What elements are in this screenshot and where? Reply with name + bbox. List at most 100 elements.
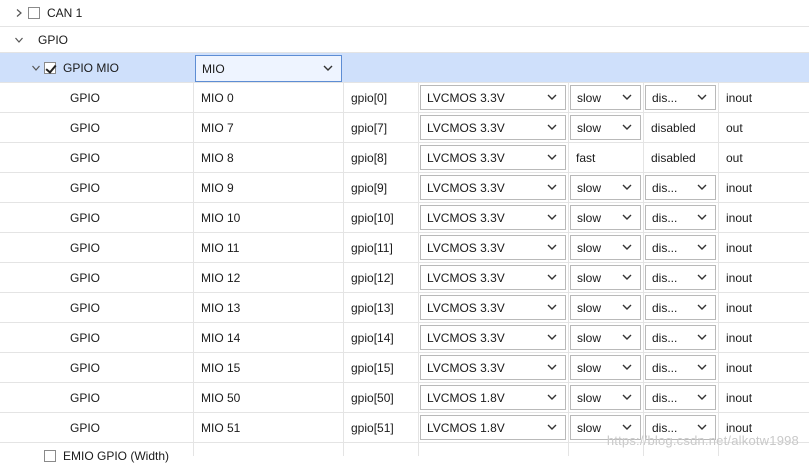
direction-cell: inout: [726, 210, 753, 225]
io-type-value: LVCMOS 3.3V: [427, 330, 505, 345]
io-type-select[interactable]: LVCMOS 3.3V: [420, 235, 566, 260]
signal-cell: gpio[7]: [351, 120, 388, 135]
chevron-down-icon: [697, 214, 707, 220]
pullup-select[interactable]: dis...: [645, 175, 716, 200]
direction-cell: inout: [726, 270, 753, 285]
chevron-down-icon: [547, 274, 557, 280]
emio-checkbox[interactable]: [44, 450, 56, 462]
speed-select[interactable]: slow: [570, 355, 641, 380]
speed-value: slow: [577, 240, 602, 255]
io-type-select[interactable]: LVCMOS 3.3V: [420, 295, 566, 320]
speed-select[interactable]: slow: [570, 175, 641, 200]
tree-row-gpio-mio[interactable]: GPIO MIO MIO: [0, 53, 809, 83]
mio-pin-cell: MIO 51: [201, 420, 241, 435]
speed-select[interactable]: slow: [570, 325, 641, 350]
direction-cell: out: [726, 150, 743, 165]
gpio-mio-label: GPIO MIO: [63, 60, 120, 75]
pullup-select[interactable]: dis...: [645, 265, 716, 290]
pullup-value: dis...: [652, 180, 678, 195]
table-row: GPIO MIO 12 gpio[12] LVCMOS 3.3V slow dis... i…: [0, 263, 809, 293]
chevron-down-icon: [547, 184, 557, 190]
chevron-down-icon: [697, 334, 707, 340]
io-type-value: LVCMOS 3.3V: [427, 240, 505, 255]
pullup-value: dis...: [652, 330, 678, 345]
io-type-select[interactable]: LVCMOS 3.3V: [420, 85, 566, 110]
mio-pin-cell: MIO 0: [201, 90, 234, 105]
signal-cell: gpio[50]: [351, 390, 394, 405]
table-row: GPIO MIO 8 gpio[8] LVCMOS 3.3V fast disabled o…: [0, 143, 809, 173]
gpio-mio-select[interactable]: MIO: [195, 55, 342, 82]
can1-checkbox[interactable]: [28, 7, 40, 19]
speed-select[interactable]: slow: [570, 265, 641, 290]
pullup-value: dis...: [652, 210, 678, 225]
signal-cell: gpio[0]: [351, 90, 388, 105]
io-type-select[interactable]: LVCMOS 3.3V: [420, 115, 566, 140]
pullup-value: disabled: [651, 150, 696, 165]
chevron-down-icon: [622, 364, 632, 370]
pullup-select[interactable]: dis...: [645, 295, 716, 320]
speed-value: slow: [577, 420, 602, 435]
chevron-down-icon: [622, 94, 632, 100]
mio-pin-cell: MIO 12: [201, 270, 241, 285]
chevron-down-icon: [622, 184, 632, 190]
speed-select[interactable]: slow: [570, 235, 641, 260]
gpio-label: GPIO: [38, 32, 69, 47]
io-type-value: LVCMOS 3.3V: [427, 180, 505, 195]
peripheral-cell: GPIO: [70, 210, 101, 225]
io-type-value: LVCMOS 3.3V: [427, 150, 505, 165]
io-type-value: LVCMOS 3.3V: [427, 120, 505, 135]
mio-pin-cell: MIO 15: [201, 360, 241, 375]
speed-select[interactable]: slow: [570, 385, 641, 410]
io-type-select[interactable]: LVCMOS 3.3V: [420, 355, 566, 380]
pullup-select[interactable]: dis...: [645, 85, 716, 110]
io-type-select[interactable]: LVCMOS 3.3V: [420, 145, 566, 170]
signal-cell: gpio[51]: [351, 420, 394, 435]
io-type-select[interactable]: LVCMOS 3.3V: [420, 265, 566, 290]
chevron-down-icon: [547, 304, 557, 310]
peripheral-cell: GPIO: [70, 390, 101, 405]
pullup-select[interactable]: dis...: [645, 385, 716, 410]
pullup-select[interactable]: dis...: [645, 235, 716, 260]
mio-pin-cell: MIO 7: [201, 120, 234, 135]
io-type-select[interactable]: LVCMOS 1.8V: [420, 385, 566, 410]
chevron-right-icon[interactable]: [15, 9, 23, 17]
speed-select[interactable]: slow: [570, 295, 641, 320]
chevron-down-icon[interactable]: [32, 64, 40, 72]
direction-cell: inout: [726, 240, 753, 255]
io-type-select[interactable]: LVCMOS 3.3V: [420, 205, 566, 230]
peripheral-cell: GPIO: [70, 360, 101, 375]
speed-value: slow: [577, 270, 602, 285]
chevron-down-icon: [547, 154, 557, 160]
signal-cell: gpio[9]: [351, 180, 388, 195]
chevron-down-icon[interactable]: [15, 36, 23, 44]
speed-select[interactable]: slow: [570, 85, 641, 110]
pullup-select[interactable]: dis...: [645, 205, 716, 230]
signal-cell: gpio[8]: [351, 150, 388, 165]
mio-pin-cell: MIO 8: [201, 150, 234, 165]
tree-row-can1[interactable]: CAN 1: [0, 0, 809, 27]
mio-pin-cell: MIO 13: [201, 300, 241, 315]
pullup-select[interactable]: dis...: [645, 355, 716, 380]
chevron-down-icon: [622, 244, 632, 250]
speed-value: slow: [577, 390, 602, 405]
tree-row-gpio[interactable]: GPIO: [0, 27, 809, 53]
table-row: GPIO MIO 13 gpio[13] LVCMOS 3.3V slow dis... i…: [0, 293, 809, 323]
speed-select[interactable]: slow: [570, 115, 641, 140]
chevron-down-icon: [622, 214, 632, 220]
io-type-select[interactable]: LVCMOS 3.3V: [420, 175, 566, 200]
peripheral-cell: GPIO: [70, 150, 101, 165]
io-type-value: LVCMOS 3.3V: [427, 210, 505, 225]
pullup-value: dis...: [652, 270, 678, 285]
signal-cell: gpio[13]: [351, 300, 394, 315]
signal-cell: gpio[15]: [351, 360, 394, 375]
mio-pin-cell: MIO 9: [201, 180, 234, 195]
mio-pin-cell: MIO 50: [201, 390, 241, 405]
io-type-select[interactable]: LVCMOS 1.8V: [420, 415, 566, 440]
gpio-mio-checkbox[interactable]: [44, 61, 56, 74]
io-type-value: LVCMOS 3.3V: [427, 300, 505, 315]
signal-cell: gpio[14]: [351, 330, 394, 345]
peripheral-cell: GPIO: [70, 300, 101, 315]
pullup-select[interactable]: dis...: [645, 325, 716, 350]
speed-select[interactable]: slow: [570, 205, 641, 230]
io-type-select[interactable]: LVCMOS 3.3V: [420, 325, 566, 350]
